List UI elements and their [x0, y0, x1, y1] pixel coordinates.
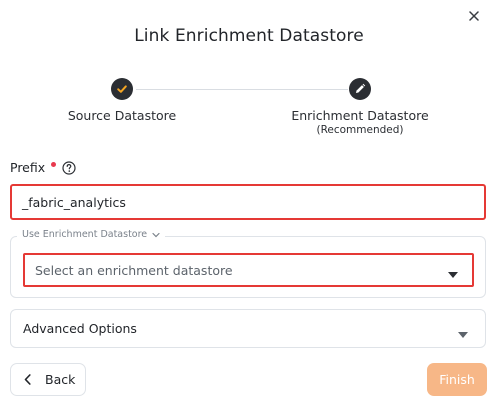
enrichment-toggle[interactable]: Use Enrichment Datastore: [17, 229, 166, 240]
enrichment-legend: Use Enrichment Datastore: [22, 229, 148, 240]
caret-down-icon: [448, 266, 458, 281]
close-icon: [469, 11, 479, 21]
help-circle-icon[interactable]: [62, 160, 76, 175]
finish-button[interactable]: Finish: [427, 363, 487, 396]
prefix-input[interactable]: _fabric_analytics: [10, 184, 486, 220]
chevron-left-icon: [24, 374, 31, 385]
back-button[interactable]: Back: [10, 363, 86, 396]
stepper-connector: [136, 89, 348, 90]
check-icon: [117, 85, 127, 93]
step-2-sublabel: (Recommended): [316, 124, 404, 136]
step-2-label: Enrichment Datastore: [291, 108, 429, 123]
prefix-label: Prefix: [10, 160, 46, 175]
prefix-label-row: Prefix: [10, 160, 76, 175]
step-1-label: Source Datastore: [67, 108, 177, 123]
enrichment-datastore-select[interactable]: Select an enrichment datastore: [23, 253, 474, 287]
select-placeholder: Select an enrichment datastore: [35, 262, 233, 278]
back-label: Back: [45, 372, 76, 387]
caret-down-icon: [458, 326, 468, 341]
close-button[interactable]: [464, 6, 484, 26]
prefix-input-value: _fabric_analytics: [22, 194, 126, 210]
advanced-options-accordion[interactable]: Advanced Options: [10, 309, 486, 348]
required-indicator: [51, 162, 57, 167]
advanced-options-label: Advanced Options: [23, 321, 137, 336]
step-1-indicator: [111, 78, 133, 100]
finish-label: Finish: [439, 372, 475, 387]
pencil-icon: [356, 83, 366, 93]
chevron-down-icon: [152, 232, 160, 238]
dialog-title: Link Enrichment Datastore: [134, 26, 364, 46]
step-2-indicator: [349, 78, 371, 100]
